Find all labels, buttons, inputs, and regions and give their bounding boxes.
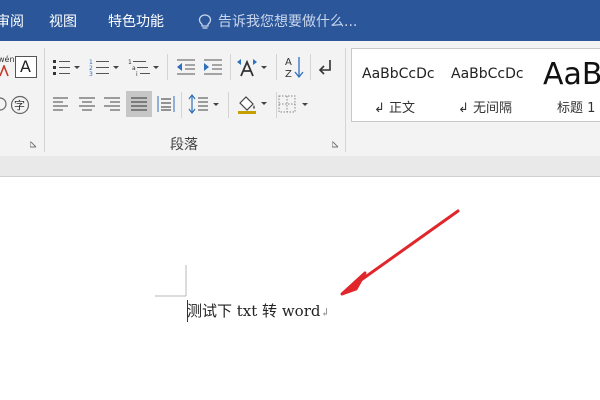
divider	[310, 54, 311, 80]
style-sample: AaBbCcDc	[451, 66, 524, 82]
paint-bucket-icon	[238, 96, 267, 114]
style-name: 标题 1	[557, 101, 596, 116]
bullets-icon	[53, 60, 80, 75]
enclose-characters-glyph: 字	[14, 99, 25, 112]
increase-indent-icon	[204, 59, 222, 75]
style-no-spacing[interactable]: AaBbCcDc ↲ 无间隔	[441, 49, 533, 121]
svg-text:i: i	[136, 71, 138, 77]
formatting-mark-icon	[318, 60, 331, 75]
text-effect-icon	[0, 65, 9, 77]
tab-review[interactable]: 审阅	[0, 14, 24, 30]
svg-text:Z: Z	[285, 69, 292, 79]
asian-layout-icon	[237, 59, 267, 77]
paragraph-group-label: 段落	[170, 137, 198, 153]
line-spacing-button[interactable]	[188, 94, 222, 114]
style-name: ↲ 无间隔	[458, 101, 513, 116]
document-text[interactable]: 测试下 txt 转 word↲	[187, 302, 330, 322]
line-spacing-icon	[188, 94, 219, 114]
distributed-button[interactable]	[156, 95, 176, 113]
group-separator	[345, 48, 346, 152]
align-center-icon	[79, 97, 95, 111]
numbering-button[interactable]: 123	[89, 57, 121, 78]
divider	[230, 54, 231, 80]
numbering-icon: 123	[89, 59, 119, 78]
divider	[276, 54, 277, 80]
styles-gallery: AaBbCcDc ↲ 正文 AaBbCcDc ↲ 无间隔 AaB 标题 1	[351, 48, 600, 122]
justify-button[interactable]	[126, 91, 152, 117]
style-heading-1[interactable]: AaB 标题 1	[533, 49, 600, 121]
align-center-button[interactable]	[78, 96, 96, 112]
red-arrow-annotation	[340, 209, 460, 296]
style-sample: AaBbCcDc	[362, 66, 435, 82]
borders-button[interactable]	[277, 94, 311, 114]
tab-view[interactable]: 视图	[49, 14, 77, 30]
character-border-glyph: A	[20, 57, 31, 76]
paragraph-mark: ↲	[320, 306, 330, 319]
align-left-icon	[53, 97, 68, 111]
bullets-button[interactable]	[52, 57, 82, 77]
lightbulb-icon	[198, 14, 212, 29]
enclose-characters-button[interactable]: 字	[10, 95, 30, 115]
ribbon-tab-bar: 审阅 视图 特色功能 告诉我您想要做什么...	[0, 0, 600, 41]
style-name: ↲ 正文	[374, 101, 416, 116]
borders-icon	[278, 95, 308, 113]
asian-layout-button[interactable]	[236, 56, 270, 78]
divider	[228, 92, 229, 118]
tab-special-features[interactable]: 特色功能	[108, 14, 164, 30]
document-paragraph: 测试下 txt 转 word	[187, 302, 321, 320]
align-right-button[interactable]	[103, 96, 121, 112]
show-formatting-marks-button[interactable]	[316, 57, 338, 77]
divider	[181, 92, 182, 118]
distributed-icon	[157, 96, 175, 112]
document-area[interactable]: 测试下 txt 转 word↲	[0, 177, 600, 400]
group-separator	[44, 48, 45, 152]
phonetic-guide-button[interactable]: wén	[0, 55, 15, 79]
justify-icon	[131, 97, 147, 111]
paragraph-dialog-launcher-icon[interactable]	[332, 141, 339, 148]
svg-text:A: A	[285, 57, 292, 68]
align-right-icon	[104, 97, 120, 111]
ribbon-bottom-strip	[0, 156, 600, 177]
decrease-indent-button[interactable]	[175, 57, 197, 77]
margin-corner-mark	[155, 265, 187, 297]
multilevel-list-icon: 1 a i	[128, 59, 159, 78]
paragraph-shading-button[interactable]	[236, 93, 270, 115]
style-sample: AaB	[543, 57, 600, 92]
multilevel-list-button[interactable]: 1 a i	[128, 57, 160, 78]
align-left-button[interactable]	[52, 96, 70, 112]
increase-indent-button[interactable]	[202, 57, 224, 77]
svg-text:3: 3	[89, 71, 93, 77]
sort-icon: AZ	[285, 57, 304, 80]
character-border-button[interactable]: A	[15, 56, 37, 78]
decrease-indent-icon	[177, 59, 195, 75]
divider	[167, 54, 168, 80]
phonetic-guide-glyph: wén	[0, 55, 15, 64]
font-dialog-launcher-icon[interactable]	[30, 141, 37, 148]
style-normal[interactable]: AaBbCcDc ↲ 正文	[352, 49, 441, 121]
tell-me-placeholder: 告诉我您想要做什么...	[218, 14, 358, 30]
sort-button[interactable]: AZ	[283, 55, 305, 80]
